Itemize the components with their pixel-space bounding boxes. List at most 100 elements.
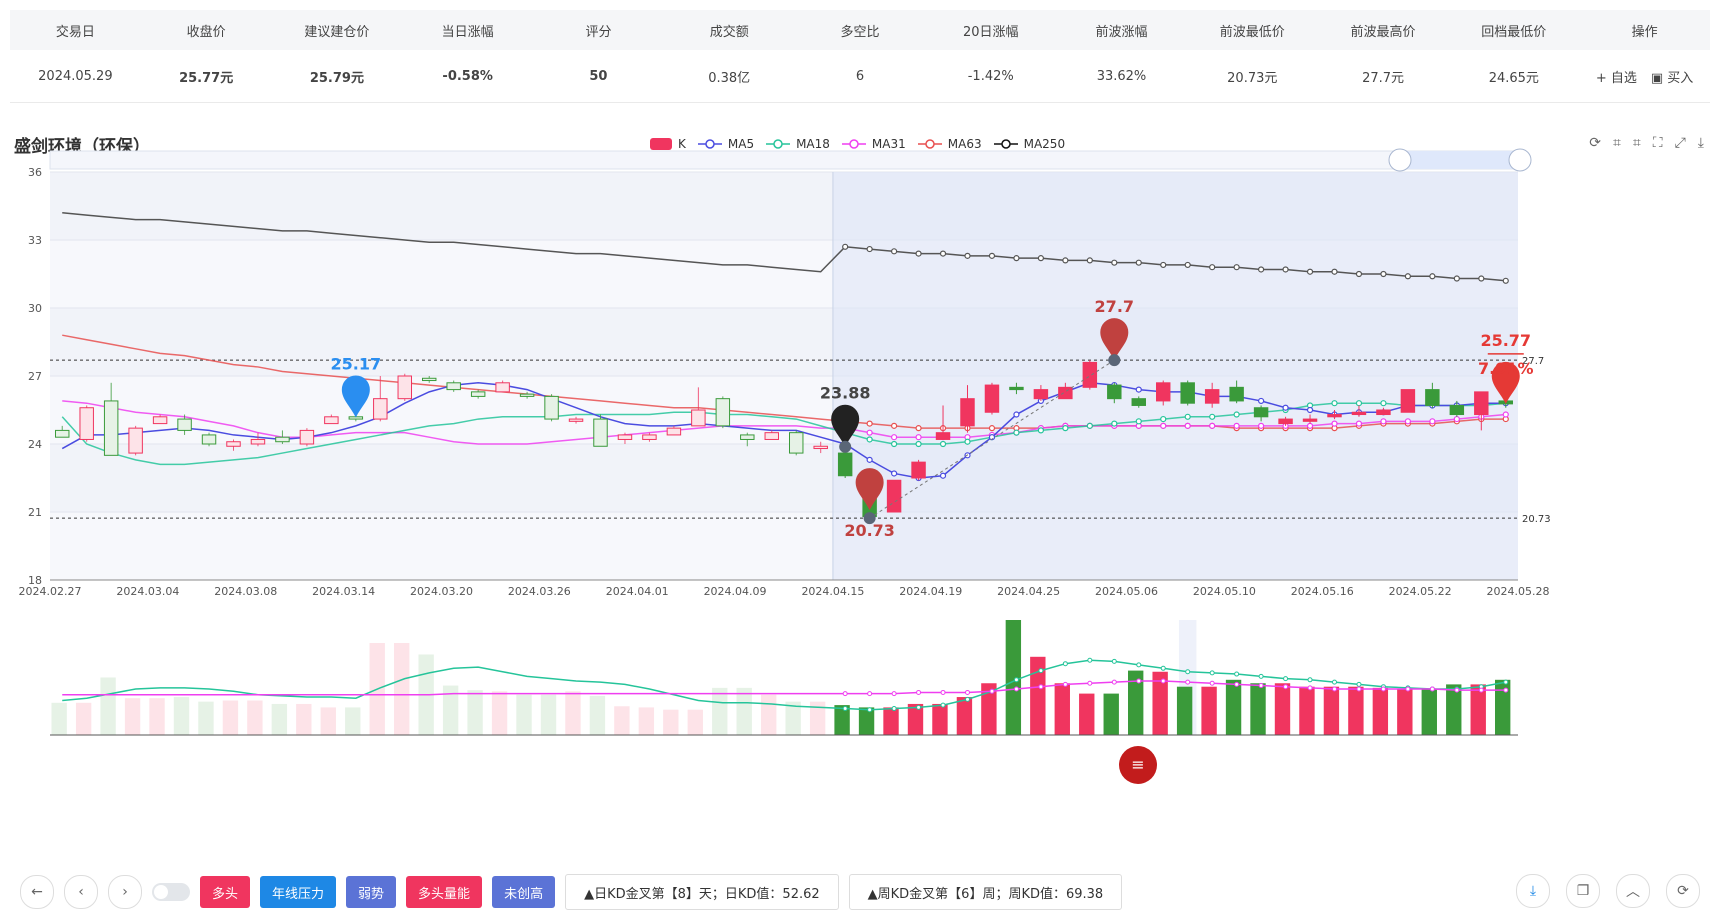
volume-ma-b-point [1087,680,1093,686]
marker-label: 25.77 [1480,331,1531,350]
x-tick-label: 2024.02.27 [19,585,82,598]
candle-body [1107,384,1122,400]
ma250-line-point [988,252,996,259]
volume-bar [100,677,116,735]
candle-body [715,398,731,427]
status-tag[interactable]: 多头量能 [406,876,483,908]
candle-body [764,432,779,440]
ma18-line-point [1135,418,1142,425]
y-tick-label: 36 [28,166,42,179]
volume-ma-b-point [842,691,848,697]
ma63-line-point [890,422,898,429]
x-tick-label: 2024.05.06 [1095,585,1158,598]
y-tick-label: 33 [28,234,42,247]
ma31-line-point [1331,420,1338,427]
candle-body [568,418,584,422]
ma250-line-point [1184,261,1191,269]
ma250-line-point [1478,275,1485,282]
status-tag[interactable]: 年线压力 [260,876,337,908]
volume-ma-a-point [1234,671,1240,677]
refresh-circle-icon[interactable]: ⟳ [1666,874,1700,908]
top-icon[interactable]: ︿ [1616,874,1650,908]
ma250-line-point [866,245,873,253]
candle-body [1131,398,1146,406]
ma18-line-point [1086,422,1093,429]
ma250-line-point [1429,273,1436,280]
x-tick-label: 2024.05.16 [1291,585,1354,598]
ma250-line-point [1306,268,1314,275]
ma31-line-point [1209,422,1216,429]
ma18-line-point [866,436,873,443]
copy-icon[interactable]: ❐ [1566,874,1600,908]
volume-bar [1470,684,1486,735]
volume-ma-b-point [1454,687,1460,693]
ma5-line-point [939,472,947,479]
x-tick-label: 2024.03.04 [116,585,179,598]
ma18-line-point [1331,400,1338,407]
volume-bar [907,703,924,735]
volume-ma-a-point [842,706,848,712]
ma18-line-point [1062,425,1069,432]
back-icon[interactable]: ← [20,875,54,909]
kd-day-box: ▲日KD金叉第【8】天；日KD值：52.62 [565,874,839,910]
volume-bar [51,702,67,735]
x-tick-label: 2024.04.15 [801,585,864,598]
toggle-switch[interactable] [152,883,190,901]
volume-bar [271,703,288,735]
volume-bar [1348,686,1364,735]
ma250-line-point [890,248,898,255]
volume-bar [516,694,532,735]
candle-body [960,398,975,427]
status-tag[interactable]: 弱势 [346,876,397,908]
zoom-handle-right [1508,148,1532,172]
volume-ma-a-point [1356,681,1362,687]
candle-body [1253,407,1269,418]
volume-bar [1446,684,1462,735]
ma18-line-point [1037,427,1045,434]
candle-body [1009,386,1024,391]
volume-bar [1225,679,1242,735]
volume-bar [1323,686,1340,735]
volume-ma-b-point [1405,686,1411,692]
volume-ma-a-point [965,696,970,702]
ma250-line-point [1331,268,1338,275]
ma18-line-point [1160,415,1167,423]
ma31-line-point [1404,418,1412,425]
ma18-line-point [1380,400,1387,407]
candle-body [617,434,633,440]
volume-ma-a-point [1111,658,1117,664]
volume-ma-a-point [1258,673,1264,679]
volume-bar [589,695,606,735]
volume-ma-b-point [1503,687,1509,693]
status-tag[interactable]: 多头 [200,876,251,908]
volume-bar [687,709,703,735]
volume-bar [565,691,581,735]
volume-ma-a-point [1087,657,1093,663]
candle-body [446,382,461,391]
volume-ma-a-point [867,707,873,713]
candle-body [79,407,94,440]
status-tag[interactable]: 未创高 [492,876,556,908]
download-circle-icon[interactable]: ⤓ [1516,874,1550,908]
ma18-line-point [1209,413,1216,420]
menu-icon: ≡ [1131,755,1144,774]
x-tick-label: 2024.04.09 [704,585,767,598]
volume-ma-b-point [1062,681,1068,687]
volume-ma-b-point [1111,679,1117,685]
ma18-line-point [1013,429,1020,436]
ma250-line-point [1013,255,1020,262]
zoom-slider-window [1400,151,1520,169]
y-tick-label: 21 [28,506,42,519]
y-tick-label: 30 [28,302,42,315]
ma31-line-point [915,434,922,441]
ma5-line-point [1257,397,1265,405]
ma31-line-point [1355,420,1363,427]
volume-ma-a-point [916,704,922,710]
volume-ma-b-point [1185,679,1191,685]
volume-bar [296,703,312,735]
kline-chart: 182124273033362024.02.27 2024.03.04 2024.0… [19,148,1551,784]
prev-icon[interactable]: ‹ [64,875,98,909]
ma63-line-point [915,425,922,432]
next-icon[interactable]: › [108,875,142,909]
right-buttons: ⤓ ❐ ︿ ⟳ [1516,874,1700,908]
